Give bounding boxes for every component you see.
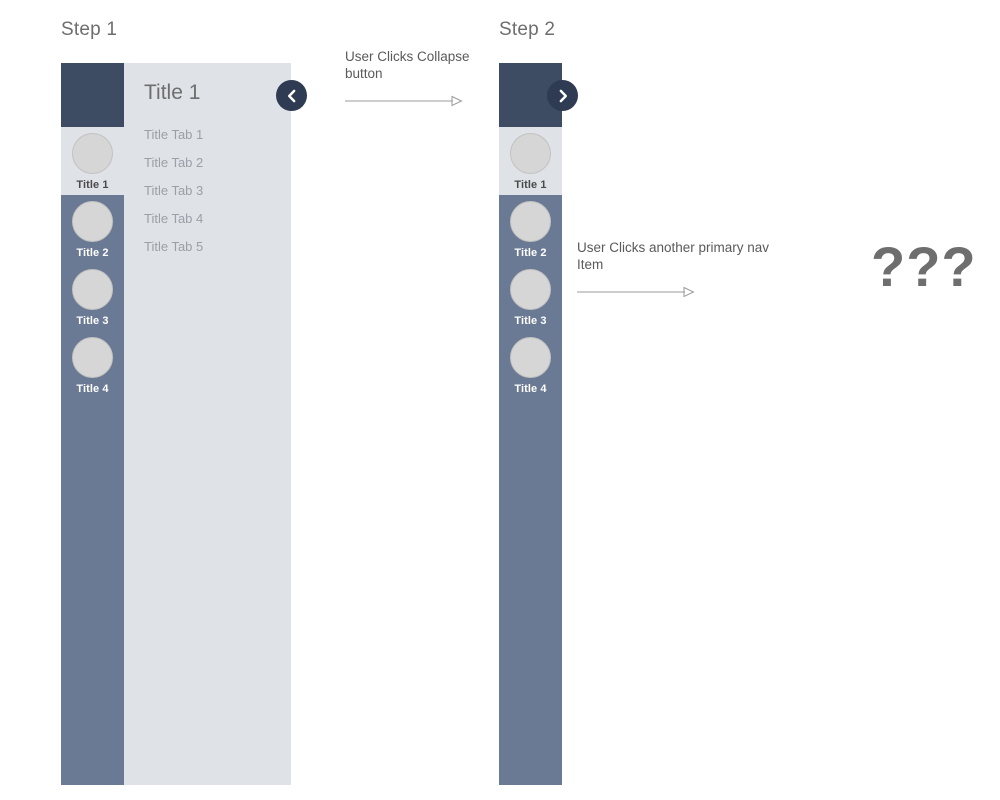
avatar-icon bbox=[510, 337, 551, 378]
annotation-text: User Clicks Collapse button bbox=[345, 49, 470, 81]
avatar-icon bbox=[72, 201, 113, 242]
sidebar-item-title-1[interactable]: Title 1 bbox=[499, 127, 562, 195]
panel-title: Title 1 bbox=[144, 81, 201, 104]
sidebar-item-title-3[interactable]: Title 3 bbox=[61, 263, 124, 331]
step-1-primary-nav: Title 1 Title 2 Title 3 Title 4 bbox=[61, 63, 124, 785]
step-1-secondary-panel: Title 1 Title Tab 1 Title Tab 2 Title Ta… bbox=[124, 63, 291, 785]
sidebar-item-title-4[interactable]: Title 4 bbox=[499, 331, 562, 399]
sidebar-item-label: Title 2 bbox=[514, 247, 547, 259]
avatar-icon bbox=[72, 269, 113, 310]
nav-header bbox=[61, 63, 124, 127]
panel-tab-list: Title Tab 1 Title Tab 2 Title Tab 3 Titl… bbox=[144, 121, 291, 261]
avatar-icon bbox=[510, 201, 551, 242]
arrow-right-icon bbox=[345, 94, 480, 112]
panel-tab-5[interactable]: Title Tab 5 bbox=[144, 233, 291, 261]
avatar-icon bbox=[72, 337, 113, 378]
chevron-right-icon bbox=[556, 89, 570, 103]
sidebar-item-label: Title 3 bbox=[76, 315, 109, 327]
unknown-state-placeholder: ??? bbox=[871, 235, 977, 298]
sidebar-item-title-4[interactable]: Title 4 bbox=[61, 331, 124, 399]
sidebar-item-label: Title 1 bbox=[514, 179, 547, 191]
avatar-icon bbox=[510, 133, 551, 174]
panel-tab-4[interactable]: Title Tab 4 bbox=[144, 205, 291, 233]
sidebar-item-title-3[interactable]: Title 3 bbox=[499, 263, 562, 331]
panel-tab-1[interactable]: Title Tab 1 bbox=[144, 121, 291, 149]
step-2-primary-nav: Title 1 Title 2 Title 3 Title 4 bbox=[499, 63, 562, 785]
sidebar-item-label: Title 4 bbox=[76, 383, 109, 395]
sidebar-item-label: Title 2 bbox=[76, 247, 109, 259]
expand-button[interactable] bbox=[547, 80, 578, 111]
panel-tab-3[interactable]: Title Tab 3 bbox=[144, 177, 291, 205]
annotation-collapse: User Clicks Collapse button bbox=[345, 48, 480, 112]
chevron-left-icon bbox=[285, 89, 299, 103]
step-1-title: Step 1 bbox=[61, 19, 118, 40]
sidebar-item-title-1[interactable]: Title 1 bbox=[61, 127, 124, 195]
collapse-button[interactable] bbox=[276, 80, 307, 111]
avatar-icon bbox=[72, 133, 113, 174]
step-2-title: Step 2 bbox=[499, 19, 556, 40]
sidebar-item-label: Title 1 bbox=[76, 179, 109, 191]
sidebar-item-title-2[interactable]: Title 2 bbox=[499, 195, 562, 263]
sidebar-item-label: Title 4 bbox=[514, 383, 547, 395]
arrow-right-icon bbox=[577, 285, 782, 303]
panel-tab-2[interactable]: Title Tab 2 bbox=[144, 149, 291, 177]
wireframe-canvas: Step 1 Title 1 Title 2 Title 3 Title 4 T… bbox=[0, 0, 1000, 800]
annotation-text: User Clicks another primary nav Item bbox=[577, 240, 770, 272]
sidebar-item-title-2[interactable]: Title 2 bbox=[61, 195, 124, 263]
avatar-icon bbox=[510, 269, 551, 310]
sidebar-item-label: Title 3 bbox=[514, 315, 547, 327]
annotation-nav-click: User Clicks another primary nav Item bbox=[577, 239, 782, 303]
